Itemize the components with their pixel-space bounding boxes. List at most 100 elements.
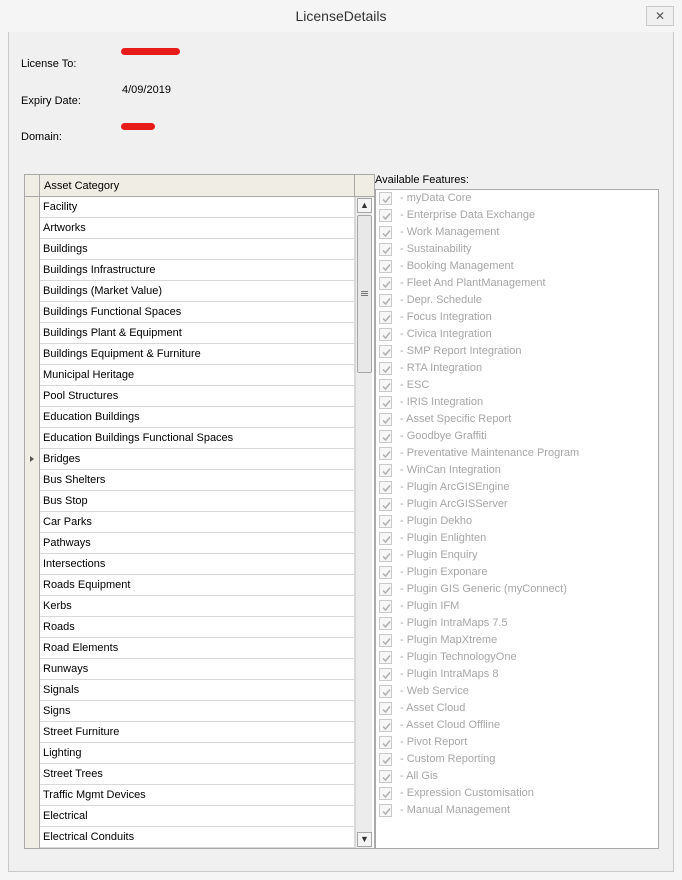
row-header[interactable]	[25, 323, 40, 344]
table-row[interactable]: Car Parks	[25, 512, 355, 533]
row-header[interactable]	[25, 638, 40, 659]
asset-category-cell[interactable]: Electrical	[41, 806, 355, 826]
asset-category-cell[interactable]: Municipal Heritage	[41, 365, 355, 385]
table-row[interactable]: Lighting	[25, 743, 355, 764]
asset-category-cell[interactable]: Lighting	[41, 743, 355, 763]
row-header[interactable]	[25, 512, 40, 533]
row-header[interactable]	[25, 596, 40, 617]
table-row[interactable]: Education Buildings Functional Spaces	[25, 428, 355, 449]
row-header[interactable]	[25, 722, 40, 743]
asset-category-cell[interactable]: Pool Structures	[41, 386, 355, 406]
row-header-corner[interactable]	[25, 175, 40, 196]
asset-category-cell[interactable]: Runways	[41, 659, 355, 679]
row-header[interactable]	[25, 449, 40, 470]
scroll-up-button[interactable]: ▲	[357, 198, 372, 213]
asset-category-cell[interactable]: Bus Shelters	[41, 470, 355, 490]
scroll-down-button[interactable]: ▼	[357, 832, 372, 847]
table-row[interactable]: Bus Shelters	[25, 470, 355, 491]
row-header[interactable]	[25, 260, 40, 281]
asset-category-cell[interactable]: Street Furniture	[41, 722, 355, 742]
row-header[interactable]	[25, 533, 40, 554]
table-row[interactable]: Buildings Plant & Equipment	[25, 323, 355, 344]
table-row[interactable]: Artworks	[25, 218, 355, 239]
table-row[interactable]: Electrical Conduits	[25, 827, 355, 848]
asset-category-cell[interactable]: Facility	[41, 197, 355, 217]
table-row[interactable]: Buildings	[25, 239, 355, 260]
table-row[interactable]: Bus Stop	[25, 491, 355, 512]
grid-vertical-scrollbar[interactable]: ▲ ▼	[355, 197, 372, 848]
table-row[interactable]: Pool Structures	[25, 386, 355, 407]
row-header[interactable]	[25, 197, 40, 218]
row-header[interactable]	[25, 239, 40, 260]
asset-category-cell[interactable]: Car Parks	[41, 512, 355, 532]
table-row[interactable]: Street Furniture	[25, 722, 355, 743]
asset-category-cell[interactable]: Artworks	[41, 218, 355, 238]
asset-category-cell[interactable]: Bridges	[41, 449, 355, 469]
table-row[interactable]: Road Elements	[25, 638, 355, 659]
row-header[interactable]	[25, 554, 40, 575]
asset-category-cell[interactable]: Buildings (Market Value)	[41, 281, 355, 301]
asset-category-cell[interactable]: Electrical Conduits	[41, 827, 355, 847]
asset-category-grid[interactable]: Asset Category Facility Artworks Buildings…	[24, 174, 375, 849]
asset-category-cell[interactable]: Buildings	[41, 239, 355, 259]
row-header[interactable]	[25, 281, 40, 302]
row-header[interactable]	[25, 659, 40, 680]
table-row[interactable]: Kerbs	[25, 596, 355, 617]
asset-category-cell[interactable]: Roads Equipment	[41, 575, 355, 595]
table-row[interactable]: Pathways	[25, 533, 355, 554]
asset-category-cell[interactable]: Education Buildings	[41, 407, 355, 427]
table-row[interactable]: Roads	[25, 617, 355, 638]
asset-category-cell[interactable]: Intersections	[41, 554, 355, 574]
table-row[interactable]: Facility	[25, 197, 355, 218]
row-header[interactable]	[25, 827, 40, 848]
row-header[interactable]	[25, 218, 40, 239]
row-header[interactable]	[25, 743, 40, 764]
table-row[interactable]: Buildings Equipment & Furniture	[25, 344, 355, 365]
table-row[interactable]: Buildings Infrastructure	[25, 260, 355, 281]
table-row[interactable]: Traffic Mgmt Devices	[25, 785, 355, 806]
table-row[interactable]: Street Trees	[25, 764, 355, 785]
asset-category-cell[interactable]: Roads	[41, 617, 355, 637]
row-header[interactable]	[25, 680, 40, 701]
table-row[interactable]: Signs	[25, 701, 355, 722]
row-header[interactable]	[25, 785, 40, 806]
row-header[interactable]	[25, 764, 40, 785]
row-header[interactable]	[25, 470, 40, 491]
row-header[interactable]	[25, 428, 40, 449]
asset-category-cell[interactable]: Traffic Mgmt Devices	[41, 785, 355, 805]
asset-category-cell[interactable]: Signs	[41, 701, 355, 721]
table-row[interactable]: Electrical	[25, 806, 355, 827]
row-header[interactable]	[25, 617, 40, 638]
table-row[interactable]: Bridges	[25, 449, 355, 470]
asset-category-cell[interactable]: Bus Stop	[41, 491, 355, 511]
row-header[interactable]	[25, 701, 40, 722]
asset-category-cell[interactable]: Education Buildings Functional Spaces	[41, 428, 355, 448]
row-header[interactable]	[25, 407, 40, 428]
row-header[interactable]	[25, 386, 40, 407]
asset-category-cell[interactable]: Buildings Infrastructure	[41, 260, 355, 280]
table-row[interactable]: Signals	[25, 680, 355, 701]
table-row[interactable]: Roads Equipment	[25, 575, 355, 596]
table-row[interactable]: Intersections	[25, 554, 355, 575]
asset-category-cell[interactable]: Signals	[41, 680, 355, 700]
row-header[interactable]	[25, 806, 40, 827]
asset-category-cell[interactable]: Street Trees	[41, 764, 355, 784]
table-row[interactable]: Buildings (Market Value)	[25, 281, 355, 302]
table-row[interactable]: Education Buildings	[25, 407, 355, 428]
asset-category-cell[interactable]: Road Elements	[41, 638, 355, 658]
asset-category-cell[interactable]: Pathways	[41, 533, 355, 553]
title-bar[interactable]: LicenseDetails ✕	[8, 0, 674, 32]
row-header[interactable]	[25, 491, 40, 512]
scroll-thumb[interactable]	[357, 215, 372, 373]
row-header[interactable]	[25, 575, 40, 596]
row-header[interactable]	[25, 365, 40, 386]
asset-category-cell[interactable]: Buildings Equipment & Furniture	[41, 344, 355, 364]
asset-category-cell[interactable]: Buildings Plant & Equipment	[41, 323, 355, 343]
table-row[interactable]: Municipal Heritage	[25, 365, 355, 386]
row-header[interactable]	[25, 344, 40, 365]
asset-category-cell[interactable]: Buildings Functional Spaces	[41, 302, 355, 322]
row-header[interactable]	[25, 302, 40, 323]
asset-category-cell[interactable]: Kerbs	[41, 596, 355, 616]
table-row[interactable]: Runways	[25, 659, 355, 680]
table-row[interactable]: Buildings Functional Spaces	[25, 302, 355, 323]
